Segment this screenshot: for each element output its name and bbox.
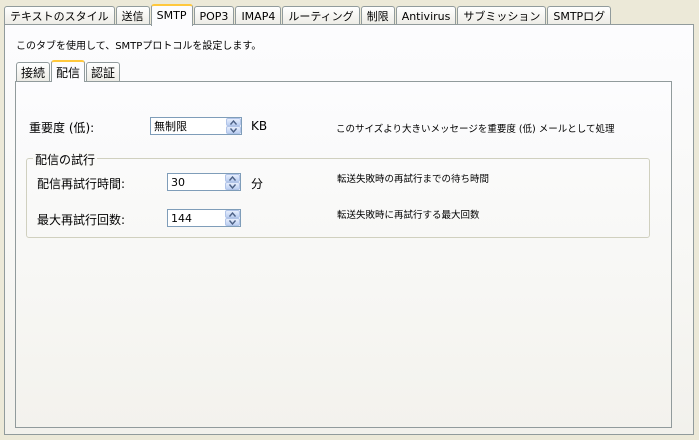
priority-low-hint: このサイズより大きいメッセージを重要度 (低) メールとして処理: [336, 124, 615, 135]
subtab-connection[interactable]: 接続: [16, 62, 51, 81]
subtab-authentication[interactable]: 認証: [86, 62, 121, 81]
tab-description: このタブを使用して、SMTPプロトコルを設定します。: [16, 41, 262, 52]
spin-buttons: [226, 118, 241, 134]
tab-antivirus[interactable]: Antivirus: [395, 6, 457, 25]
tab-routing[interactable]: ルーティング: [282, 6, 360, 25]
priority-low-label: 重要度 (低):: [29, 121, 95, 135]
subtab-delivery[interactable]: 配信: [51, 60, 86, 82]
retry-interval-hint: 転送失敗時の再試行までの待ち時間: [337, 174, 490, 185]
delivery-panel: 重要度 (低): 無制限 KB このサイズより大きいメッセージを重要度 (低) …: [15, 81, 672, 428]
chevron-up-icon[interactable]: [225, 174, 240, 182]
tab-limits[interactable]: 制限: [360, 6, 395, 25]
priority-low-spinner[interactable]: 無制限: [150, 117, 242, 135]
retry-group: 配信の試行 配信再試行時間: 30 分 転送失敗時の再試行までの待ち時間 最大再…: [26, 151, 650, 238]
tab-smtp-log[interactable]: SMTPログ: [547, 6, 612, 25]
chevron-down-icon[interactable]: [225, 218, 240, 226]
tab-send[interactable]: 送信: [115, 6, 150, 25]
retry-interval-label: 配信再試行時間:: [37, 177, 126, 191]
smtp-tab-panel: このタブを使用して、SMTPプロトコルを設定します。 接続 配信 認証 重要度 …: [4, 24, 694, 435]
retry-interval-value[interactable]: 30: [168, 176, 225, 189]
top-tab-bar: テキストのスタイル 送信 SMTP POP3 IMAP4 ルーティング 制限 A…: [4, 3, 612, 26]
max-retries-hint: 転送失敗時に再試行する最大回数: [337, 210, 480, 221]
retry-interval-spinner[interactable]: 30: [167, 173, 241, 191]
chevron-up-icon[interactable]: [226, 118, 241, 126]
spin-buttons: [225, 210, 240, 226]
chevron-up-icon[interactable]: [225, 210, 240, 218]
priority-low-unit: KB: [251, 119, 268, 133]
tab-imap4[interactable]: IMAP4: [235, 6, 282, 25]
tab-smtp[interactable]: SMTP: [150, 4, 193, 26]
retry-group-title: 配信の試行: [33, 151, 98, 168]
chevron-down-icon[interactable]: [225, 182, 240, 190]
tab-pop3[interactable]: POP3: [193, 6, 235, 25]
max-retries-value[interactable]: 144: [168, 212, 225, 225]
spin-buttons: [225, 174, 240, 190]
tab-submission[interactable]: サブミッション: [457, 6, 547, 25]
priority-low-value[interactable]: 無制限: [151, 118, 226, 134]
max-retries-spinner[interactable]: 144: [167, 209, 241, 227]
tab-text-style[interactable]: テキストのスタイル: [4, 6, 115, 25]
retry-interval-unit: 分: [251, 177, 264, 191]
chevron-down-icon[interactable]: [226, 126, 241, 134]
max-retries-label: 最大再試行回数:: [37, 213, 126, 227]
sub-tab-bar: 接続 配信 認証: [16, 59, 121, 82]
